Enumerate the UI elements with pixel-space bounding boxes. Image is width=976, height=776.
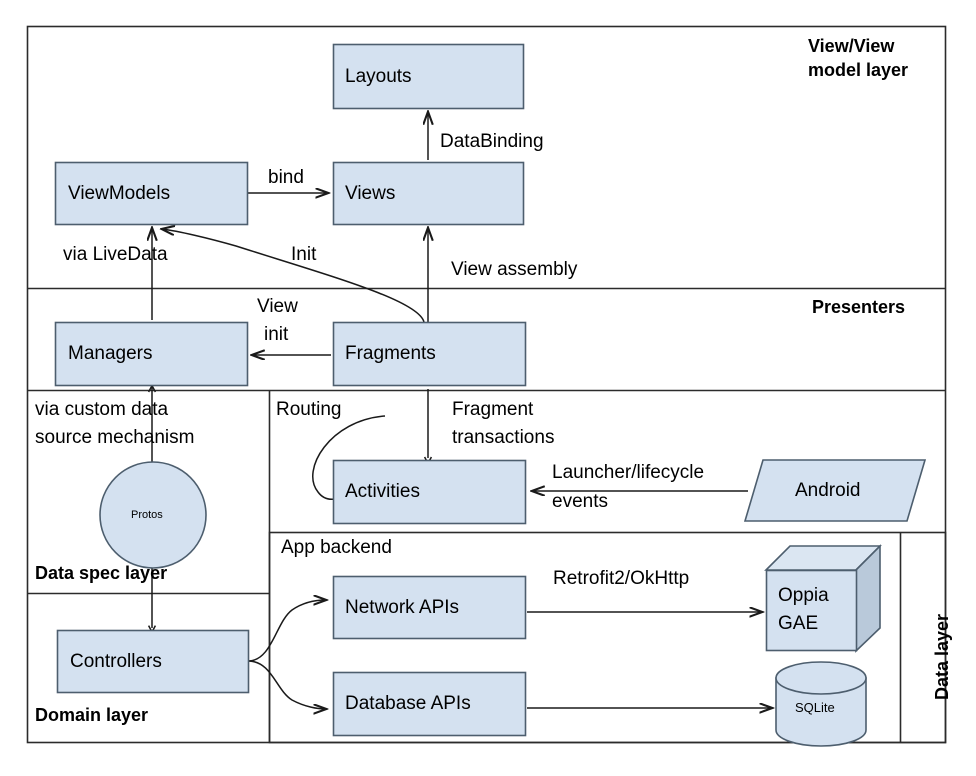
node-label-android: Android [795,480,861,501]
layer-label-domain: Domain layer [35,705,149,725]
architecture-diagram: Layouts Views ViewModels Managers Fragme… [0,0,976,776]
edge-label-view-init-line1: View [257,296,298,317]
node-label-viewmodels: ViewModels [68,183,171,204]
edge-label-init: Init [291,244,317,265]
node-label-oppia-gae-line1: Oppia [778,585,829,606]
node-label-views: Views [345,183,396,204]
edge-label-launcher-line1: Launcher/lifecycle [552,462,705,483]
edge-controllers-to-network [248,600,326,662]
layer-label-data-layer: Data layer [932,613,952,700]
layer-label-viewmodel-line1: View/View [808,36,895,56]
node-label-fragments: Fragments [345,343,436,364]
edge-label-routing: Routing [276,399,342,420]
edge-label-databinding: DataBinding [440,131,544,152]
group-label-app-backend: App backend [281,537,392,558]
layer-label-presenters: Presenters [812,297,906,317]
node-label-managers: Managers [68,343,153,364]
edge-controllers-to-database [248,660,326,709]
edge-label-fragment-transactions-line2: transactions [452,427,555,448]
edge-label-launcher-line2: events [552,491,608,512]
node-label-activities: Activities [345,481,420,502]
node-label-sqlite: SQLite [795,700,835,715]
node-label-network-apis: Network APIs [345,597,460,618]
edge-label-view-init-line2: init [264,324,289,345]
layer-label-viewmodel-line2: model layer [808,60,909,80]
node-label-oppia-gae-line2: GAE [778,613,819,634]
edge-label-via-custom-line2: source mechanism [35,427,195,448]
edge-label-retrofit: Retrofit2/OkHttp [553,568,690,589]
edge-label-view-assembly: View assembly [451,259,578,280]
edge-label-via-livedata: via LiveData [63,244,168,265]
node-label-database-apis: Database APIs [345,693,471,714]
node-label-layouts: Layouts [345,66,412,87]
edge-label-fragment-transactions-line1: Fragment [452,399,534,420]
node-label-protos: Protos [131,509,163,521]
edge-label-via-custom-line1: via custom data [35,399,169,420]
layer-label-data-spec: Data spec layer [35,563,168,583]
node-label-controllers: Controllers [70,651,162,672]
edge-label-bind: bind [268,167,304,188]
